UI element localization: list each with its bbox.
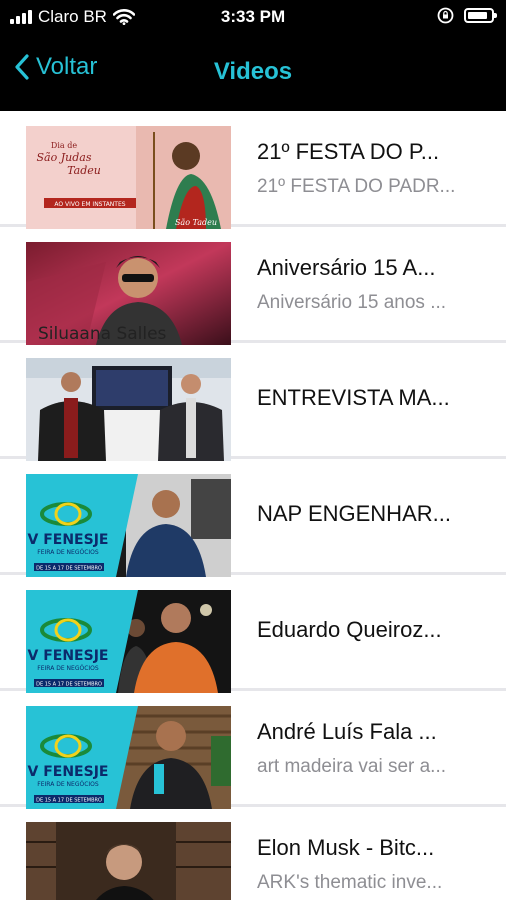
status-right: [437, 7, 497, 24]
battery-icon: [464, 8, 497, 23]
thumb-text: V FENESJE: [28, 764, 109, 780]
video-title: André Luís Fala ...: [257, 719, 437, 744]
video-row[interactable]: Dia de São Judas Tadeu AO VIVO EM INSTAN…: [0, 111, 506, 229]
thumb-text: Siluaana Salles: [38, 324, 167, 344]
video-row[interactable]: V FENESJE FEIRA DE NEGÓCIOS DE 15 A 17 D…: [0, 459, 506, 577]
video-thumbnail: [26, 358, 231, 461]
video-thumbnail: [26, 822, 231, 900]
top-bar: Claro BR 3:33 PM Voltar Videos: [0, 0, 506, 111]
thumb-text: Tadeu: [67, 164, 101, 177]
video-row[interactable]: ENTREVISTA MA...: [0, 343, 506, 461]
video-list[interactable]: Dia de São Judas Tadeu AO VIVO EM INSTAN…: [0, 111, 506, 900]
video-title: NAP ENGENHAR...: [257, 501, 451, 526]
video-thumbnail: Siluaana Salles: [26, 242, 231, 345]
thumb-text: FEIRA DE NEGÓCIOS: [37, 549, 99, 556]
thumb-text: São Judas: [37, 151, 92, 164]
back-label: Voltar: [36, 53, 98, 80]
back-button[interactable]: Voltar: [14, 53, 97, 81]
video-thumbnail: V FENESJE FEIRA DE NEGÓCIOS DE 15 A 17 D…: [26, 706, 231, 809]
battery-level-fill: [468, 12, 487, 19]
video-subtitle: ARK's thematic inve...: [257, 872, 443, 893]
video-title: 21º FESTA DO P...: [257, 139, 440, 164]
thumb-text: DE 15 A 17 DE SETEMBRO: [36, 566, 102, 572]
video-row[interactable]: Siluaana Salles Aniversário 15 A... Aniv…: [0, 227, 506, 345]
video-subtitle: Aniversário 15 anos ...: [257, 292, 447, 313]
thumb-text: DE 15 A 17 DE SETEMBRO: [36, 798, 102, 804]
video-subtitle: art madeira vai ser a...: [257, 756, 447, 777]
video-row[interactable]: Elon Musk - Bitc... ARK's thematic inve.…: [0, 807, 506, 900]
thumb-text: FEIRA DE NEGÓCIOS: [37, 665, 99, 672]
video-title: Aniversário 15 A...: [257, 255, 436, 280]
status-time: 3:33 PM: [220, 7, 286, 26]
video-title: Eduardo Queiroz...: [257, 617, 442, 642]
thumb-text: Dia de: [51, 141, 77, 150]
thumb-text: FEIRA DE NEGÓCIOS: [37, 781, 99, 788]
video-subtitle: 21º FESTA DO PADR...: [257, 176, 456, 197]
video-thumbnail: Dia de São Judas Tadeu AO VIVO EM INSTAN…: [26, 126, 231, 229]
video-title: ENTREVISTA MA...: [257, 385, 450, 410]
thumb-text: V FENESJE: [28, 648, 109, 664]
video-title: Elon Musk - Bitc...: [257, 835, 435, 860]
navigation-bar: Voltar Videos: [0, 45, 506, 100]
thumb-text: V FENESJE: [28, 532, 109, 548]
status-bar: Claro BR 3:33 PM: [0, 0, 506, 36]
thumb-text: DE 15 A 17 DE SETEMBRO: [36, 682, 102, 688]
video-row[interactable]: V FENESJE FEIRA DE NEGÓCIOS DE 15 A 17 D…: [0, 575, 506, 693]
video-thumbnail: V FENESJE FEIRA DE NEGÓCIOS DE 15 A 17 D…: [26, 474, 231, 577]
orientation-lock-icon: [437, 7, 454, 24]
chevron-left-icon: [15, 54, 29, 80]
video-row[interactable]: V FENESJE FEIRA DE NEGÓCIOS DE 15 A 17 D…: [0, 691, 506, 809]
video-thumbnail: V FENESJE FEIRA DE NEGÓCIOS DE 15 A 17 D…: [26, 590, 231, 693]
thumb-text: São Tadeu: [175, 218, 217, 227]
thumb-text: AO VIVO EM INSTANTES: [54, 201, 125, 208]
